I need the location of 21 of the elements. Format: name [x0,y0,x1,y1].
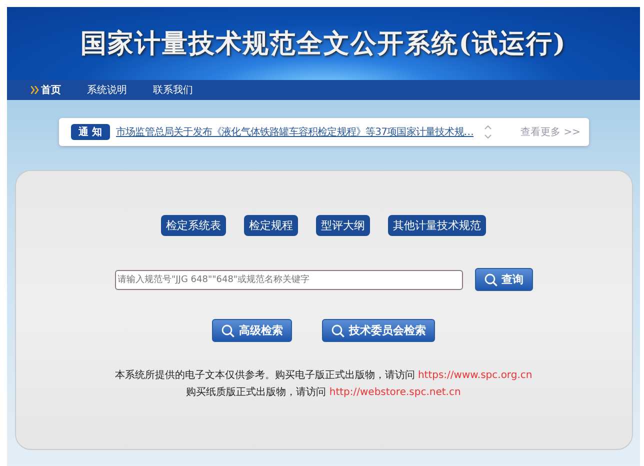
site-title: 国家计量技术规范全文公开系统(试运行) [80,28,566,61]
notice-link[interactable]: 市场监管总局关于发布《液化气体铁路罐车容积检定规程》等37项国家计量技术规… [116,125,474,139]
category-button[interactable]: 型评大纲 [316,215,370,236]
search-option-button[interactable]: 高级检索 [212,319,292,342]
category-button[interactable]: 其他计量技术规范 [388,215,486,236]
nav-link[interactable]: 系统说明 [87,83,127,97]
search-button[interactable]: 查询 [474,268,532,291]
category-button[interactable]: 检定规程 [244,215,298,236]
nav-link[interactable]: 联系我们 [153,83,193,97]
footer-text: 本系统所提供的电子文本仅供参考。购买电子版正式出版物，请访问 https://www.spc.org.cn [114,368,532,382]
category-button[interactable]: 检定系统表 [161,215,226,236]
up-down-arrows-icon[interactable] [484,124,492,140]
search-field[interactable]: 请输入规范号"JJG 648""648"或规范名称关键字 [114,270,462,290]
search-icon [221,324,235,338]
search-icon [331,324,345,338]
chevron-icon [31,86,39,94]
search-icon [484,272,498,286]
search-option-button[interactable]: 技术委员会检索 [322,319,435,342]
footer-text: 购买纸质版正式出版物，请访问 http://webstore.spc.net.cn [186,386,461,399]
notice-badge: 通 知 [70,124,110,140]
nav-link[interactable]: 首页 [31,83,61,97]
